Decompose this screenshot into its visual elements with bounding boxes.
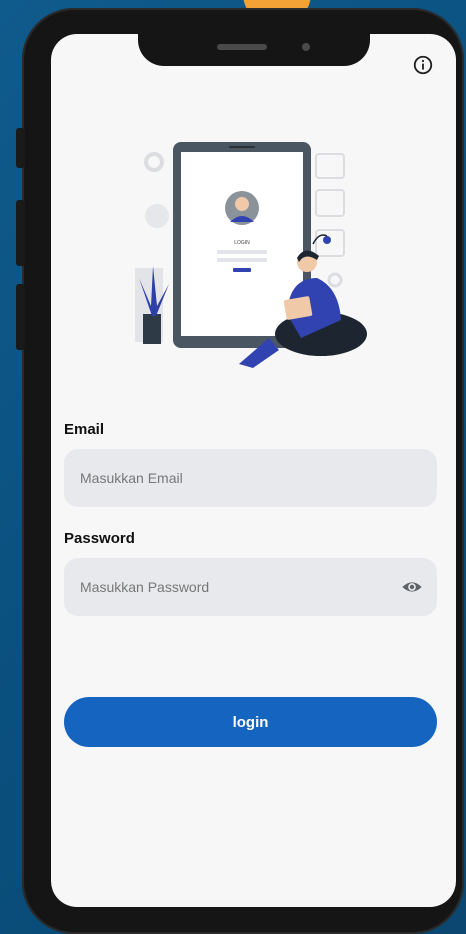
side-button-volume-up (16, 200, 25, 266)
tablet-caption: LOGIN (234, 240, 250, 246)
email-label: Email (64, 421, 105, 438)
front-camera (302, 43, 310, 51)
gear-icon (327, 272, 343, 288)
login-illustration: LOGIN (135, 142, 367, 368)
user-silhouette-icon (145, 204, 169, 228)
side-button-volume-down (16, 284, 25, 350)
eye-icon[interactable] (401, 576, 423, 598)
email-field[interactable] (78, 469, 423, 487)
gear-icon (144, 152, 164, 172)
side-button-mute (16, 128, 25, 168)
alert-card (315, 153, 345, 179)
plant-pot (143, 314, 161, 344)
email-field-container[interactable] (64, 449, 437, 507)
login-button[interactable]: login (64, 697, 437, 747)
app-screen: LOGIN Email Password login (51, 34, 456, 907)
speaker-grille (217, 44, 267, 50)
phone-notch (138, 10, 370, 66)
info-icon[interactable] (412, 54, 434, 76)
password-field-container[interactable] (64, 558, 437, 616)
password-field[interactable] (78, 578, 401, 596)
password-label: Password (64, 530, 135, 547)
